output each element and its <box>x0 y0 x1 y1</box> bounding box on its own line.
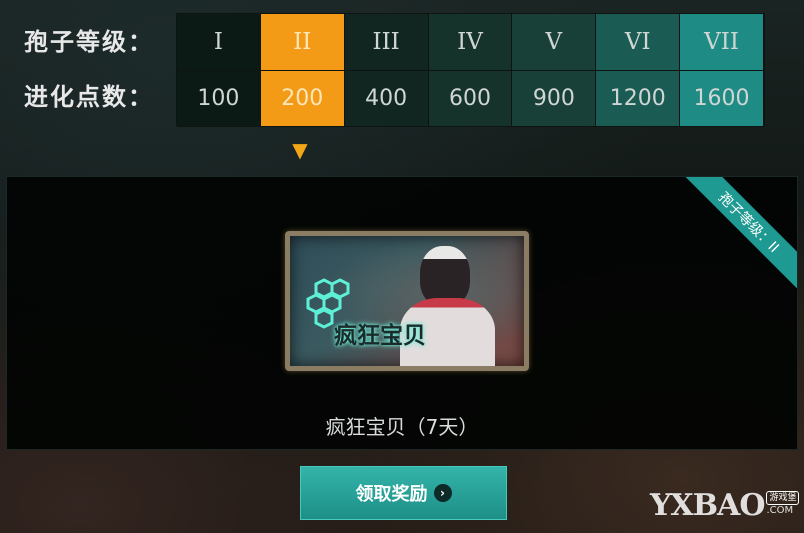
card-title: 疯狂宝贝 <box>334 323 426 349</box>
character-head-graphic <box>420 246 470 306</box>
level-numeral-cell[interactable]: IV <box>428 14 513 71</box>
reward-card[interactable]: 疯狂宝贝 <box>285 231 529 371</box>
level-numeral-cell[interactable]: III <box>344 14 429 71</box>
claim-reward-button[interactable]: 领取奖励 › <box>300 466 507 520</box>
reward-name: 疯狂宝贝（7天） <box>325 415 479 439</box>
level-points-cell[interactable]: 900 <box>512 71 597 127</box>
claim-reward-label: 领取奖励 <box>355 484 428 505</box>
level-table: I II III IV V VI VII 100 200 400 600 900 1200 1600 <box>176 13 765 127</box>
watermark-logo: YXBAO <box>650 488 765 523</box>
level-numeral-cell[interactable]: I <box>177 14 261 71</box>
level-points-cell[interactable]: 200 <box>260 71 345 127</box>
watermark-domain: .COM <box>766 505 794 516</box>
site-watermark: YXBAO 游戏堡 .COM <box>650 488 800 523</box>
level-numeral-cell[interactable]: V <box>512 14 597 71</box>
selected-level-indicator-icon: ▼ <box>292 138 308 162</box>
level-ribbon: 孢子等级：II <box>676 177 797 295</box>
watermark-tag: 游戏堡 <box>766 491 800 505</box>
reward-panel: 孢子等级：II 疯狂宝贝 疯狂宝贝（7天） <box>6 176 798 450</box>
level-numeral-cell[interactable]: VI <box>596 14 681 71</box>
level-numeral-cell[interactable]: II <box>260 14 345 71</box>
evolution-points-label: 进化点数： <box>24 83 154 111</box>
spore-level-label: 孢子等级： <box>24 28 154 56</box>
chevron-right-icon: › <box>433 484 452 502</box>
level-points-cell[interactable]: 100 <box>177 71 261 127</box>
level-numeral-cell[interactable]: VII <box>680 14 764 71</box>
level-points-cell[interactable]: 600 <box>428 71 513 127</box>
level-points-cell[interactable]: 1600 <box>680 71 764 127</box>
level-points-cell[interactable]: 400 <box>344 71 429 127</box>
level-points-cell[interactable]: 1200 <box>596 71 681 127</box>
